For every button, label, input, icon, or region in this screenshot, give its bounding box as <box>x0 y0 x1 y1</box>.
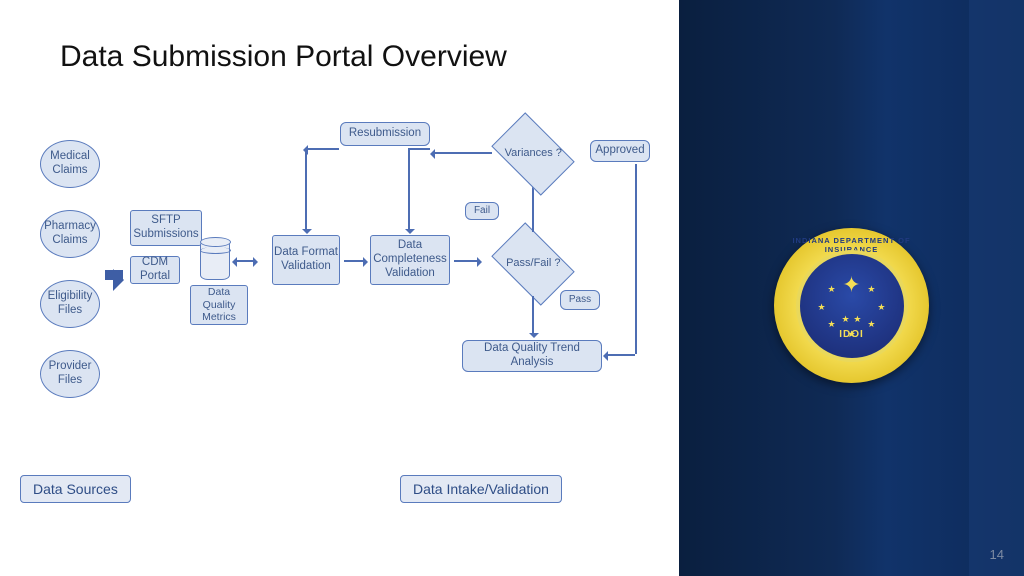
arrow-complete-passfail <box>454 260 480 262</box>
line-resub-complete <box>408 148 410 232</box>
node-sftp: SFTP Submissions <box>130 210 202 246</box>
arrow-passfail-trend <box>532 296 534 336</box>
line-resub-top-left <box>305 148 339 150</box>
arrow-variances-resub <box>432 152 492 154</box>
node-approved: Approved <box>590 140 650 162</box>
idoi-seal: INDIANA DEPARTMENT OF INSURANCE ✦ ★★ ★★ … <box>774 228 929 383</box>
label-pass: Pass <box>560 290 600 310</box>
sidebar-accent <box>969 0 1024 576</box>
node-metrics: Data Quality Metrics <box>190 285 248 325</box>
section-data-sources: Data Sources <box>20 475 131 503</box>
seal-acronym: IDOI <box>800 329 904 340</box>
node-resubmission: Resubmission <box>340 122 430 146</box>
node-cdm: CDM Portal <box>130 256 180 284</box>
label-fail: Fail <box>465 202 499 220</box>
node-medical-claims: Medical Claims <box>40 140 100 188</box>
arrow-db-right <box>234 260 256 262</box>
line-approved-trend <box>635 164 637 354</box>
slide: Data Submission Portal Overview 14 INDIA… <box>0 0 1024 576</box>
flowchart: Medical Claims Pharmacy Claims Eligibili… <box>20 140 660 540</box>
node-variances: Variances ? <box>491 112 574 195</box>
page-number: 14 <box>990 547 1004 562</box>
node-pharmacy-claims: Pharmacy Claims <box>40 210 100 258</box>
database-icon <box>200 240 230 280</box>
arrow-approved-trend <box>605 354 635 356</box>
node-format-validation: Data Format Validation <box>272 235 340 285</box>
line-resub-format <box>305 148 307 232</box>
node-provider: Provider Files <box>40 350 100 398</box>
page-title: Data Submission Portal Overview <box>60 40 507 74</box>
node-eligibility: Eligibility Files <box>40 280 100 328</box>
arrow-sources-in <box>105 270 123 280</box>
arrow-format-complete <box>344 260 366 262</box>
section-data-intake: Data Intake/Validation <box>400 475 562 503</box>
node-completeness-validation: Data Completeness Validation <box>370 235 450 285</box>
node-trend: Data Quality Trend Analysis <box>462 340 602 372</box>
